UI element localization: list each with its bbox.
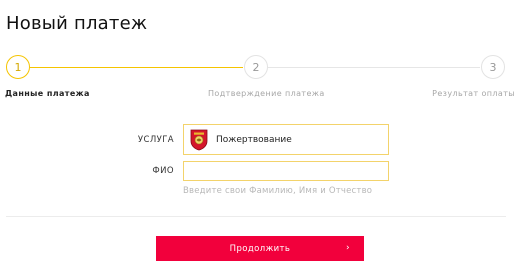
step-3-label: Результат оплаты <box>432 89 515 98</box>
service-label: УСЛУГА <box>137 135 174 145</box>
step-3-circle: 3 <box>481 55 505 79</box>
chevron-right-icon: › <box>346 243 350 253</box>
service-field[interactable]: Пожертвование <box>183 124 389 155</box>
step-1-label: Данные платежа <box>5 89 90 98</box>
step-2-circle: 2 <box>244 55 268 79</box>
step-progress-line-completed <box>30 67 243 68</box>
form-divider <box>6 216 506 217</box>
fio-label: ФИО <box>152 166 174 176</box>
fio-hint: Введите свои Фамилию, Имя и Отчество <box>183 186 373 196</box>
continue-button-label: Продолжить <box>229 243 291 254</box>
step-progress-line-pending <box>268 67 480 68</box>
service-value: Пожертвование <box>216 134 292 145</box>
continue-button[interactable]: Продолжить › <box>156 236 364 261</box>
step-2-label: Подтверждение платежа <box>208 89 325 98</box>
coat-of-arms-icon <box>190 129 208 150</box>
fio-input[interactable] <box>183 161 389 181</box>
payment-stepper: 1 2 3 Данные платежа Подтверждение плате… <box>0 0 528 110</box>
step-1-circle: 1 <box>6 55 30 79</box>
